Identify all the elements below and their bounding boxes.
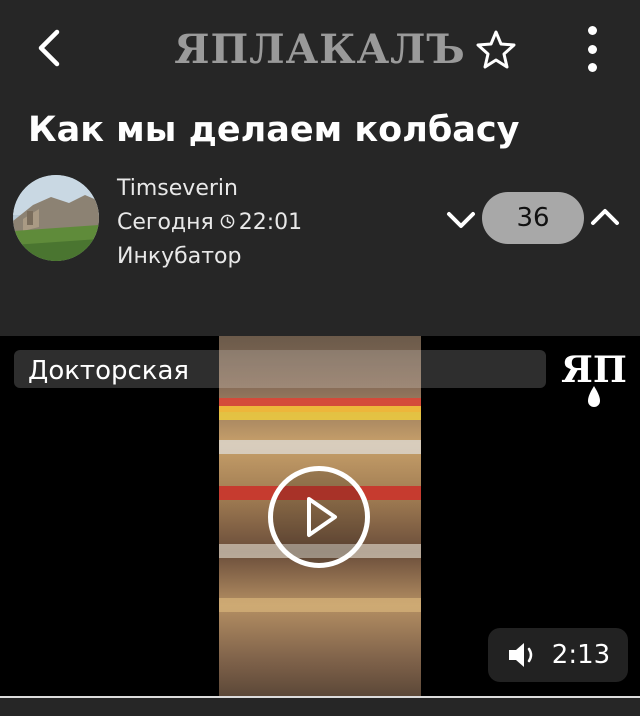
chevron-left-icon xyxy=(38,29,60,67)
rating-badge: 36 xyxy=(482,192,584,244)
more-menu-button[interactable] xyxy=(578,26,606,72)
video-caption: Докторская xyxy=(28,356,190,386)
watermark-logo: ЯП xyxy=(558,346,630,410)
video-player[interactable]: Докторская ЯП 2:13 xyxy=(0,336,640,696)
favorite-button[interactable] xyxy=(474,28,518,72)
post-title: Как мы делаем колбасу xyxy=(28,110,520,150)
vote-up-button[interactable] xyxy=(588,200,622,234)
video-duration: 2:13 xyxy=(551,640,611,670)
volume-icon[interactable] xyxy=(506,640,540,670)
video-duration-control[interactable]: 2:13 xyxy=(488,628,628,682)
play-icon xyxy=(307,497,337,537)
post-time: 22:01 xyxy=(238,210,303,235)
author-name[interactable]: Timseverin xyxy=(117,172,302,206)
chevron-up-icon xyxy=(591,209,619,225)
avatar-image xyxy=(13,175,99,261)
play-button[interactable] xyxy=(268,466,370,568)
site-logo[interactable]: ЯПЛАКАЛЪ xyxy=(174,24,465,74)
post-date: Сегодня xyxy=(117,210,214,235)
top-bar: ЯПЛАКАЛЪ xyxy=(0,0,640,98)
back-button[interactable] xyxy=(28,22,72,74)
post-meta: Timseverin Сегодня 22:01 Инкубатор xyxy=(117,172,302,274)
post-section[interactable]: Инкубатор xyxy=(117,240,302,274)
avatar[interactable] xyxy=(13,175,99,261)
more-vertical-icon xyxy=(587,26,597,35)
clock-icon xyxy=(220,214,235,229)
svg-text:ЯП: ЯП xyxy=(561,349,627,391)
bottom-bar xyxy=(0,698,640,716)
post-datetime: Сегодня 22:01 xyxy=(117,206,302,240)
star-icon xyxy=(476,30,516,69)
vote-down-button[interactable] xyxy=(444,203,478,237)
chevron-down-icon xyxy=(447,212,475,228)
